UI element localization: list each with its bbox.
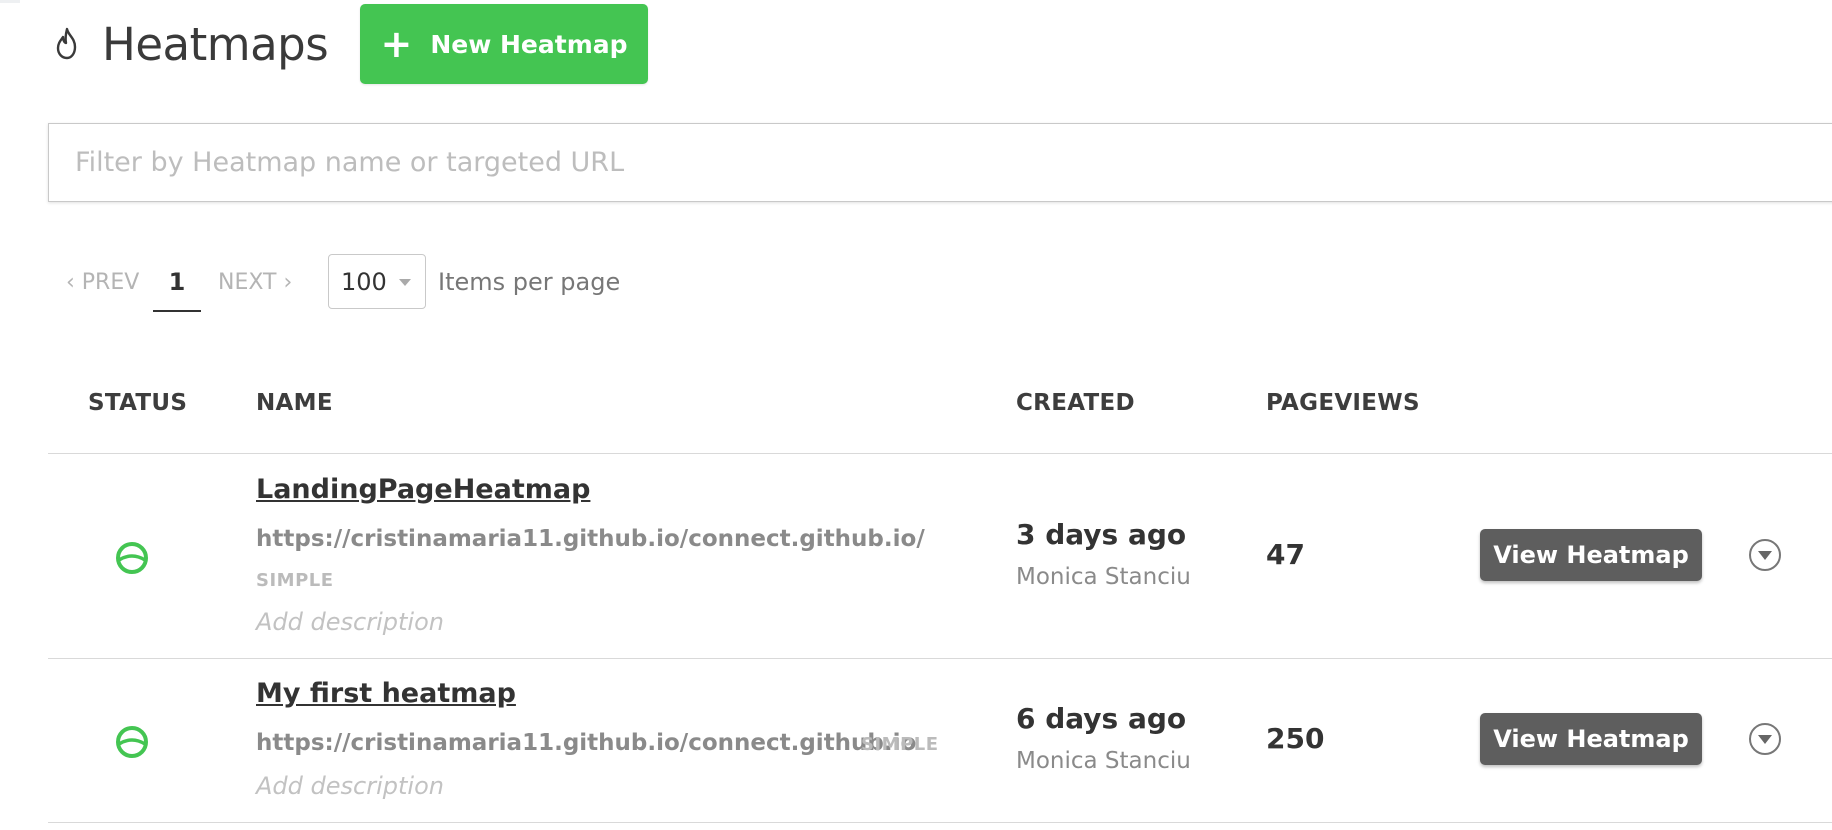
new-heatmap-button-label: New Heatmap	[430, 29, 628, 59]
items-per-page-label: Items per page	[438, 268, 621, 296]
status-active-icon	[116, 726, 148, 758]
created-time: 6 days ago	[1016, 702, 1187, 735]
view-heatmap-button[interactable]: View Heatmap	[1480, 529, 1702, 581]
column-header-created: CREATED	[1016, 390, 1135, 416]
chevron-down-icon[interactable]	[1748, 722, 1782, 756]
row-divider	[48, 822, 1832, 823]
page-title: Heatmaps	[102, 17, 329, 71]
caret-down-icon	[399, 279, 411, 286]
add-description-link[interactable]: Add description	[256, 772, 444, 800]
plus-icon: +	[380, 22, 413, 66]
items-per-page-value: 100	[341, 267, 387, 296]
pageviews-count: 47	[1266, 538, 1305, 571]
status-active-icon	[116, 542, 148, 574]
view-heatmap-button[interactable]: View Heatmap	[1480, 713, 1702, 765]
flame-icon	[50, 27, 84, 61]
view-heatmap-button-label: View Heatmap	[1493, 725, 1689, 753]
heatmap-url: https://cristinamaria11.github.io/connec…	[256, 526, 925, 552]
pagination-current-page[interactable]: 1	[153, 268, 201, 296]
created-by: Monica Stanciu	[1016, 564, 1191, 590]
heatmap-url: https://cristinamaria11.github.io/connec…	[256, 730, 917, 756]
window-corner	[0, 0, 20, 3]
page-header: Heatmaps	[50, 4, 329, 84]
table-header-divider	[48, 453, 1832, 454]
row-divider	[48, 658, 1832, 659]
column-header-name: NAME	[256, 390, 333, 416]
filter-box	[48, 123, 1832, 202]
heatmap-type-badge: SIMPLE	[861, 734, 939, 755]
chevron-down-icon[interactable]	[1748, 538, 1782, 572]
heatmap-name-link[interactable]: My first heatmap	[256, 678, 516, 709]
filter-input[interactable]	[49, 124, 1832, 201]
column-header-pageviews: PAGEVIEWS	[1266, 390, 1420, 416]
pagination-next[interactable]: NEXT ›	[218, 270, 292, 295]
view-heatmap-button-label: View Heatmap	[1493, 541, 1689, 569]
items-per-page-select[interactable]: 100	[328, 254, 426, 309]
current-page-underline	[153, 310, 201, 312]
created-by: Monica Stanciu	[1016, 748, 1191, 774]
heatmap-name-link[interactable]: LandingPageHeatmap	[256, 474, 590, 505]
created-time: 3 days ago	[1016, 518, 1187, 551]
new-heatmap-button[interactable]: + New Heatmap	[360, 4, 648, 84]
column-header-status: STATUS	[88, 390, 188, 416]
pageviews-count: 250	[1266, 722, 1325, 755]
pagination-prev[interactable]: ‹ PREV	[66, 270, 139, 295]
heatmap-type-badge: SIMPLE	[256, 570, 334, 591]
add-description-link[interactable]: Add description	[256, 608, 444, 636]
